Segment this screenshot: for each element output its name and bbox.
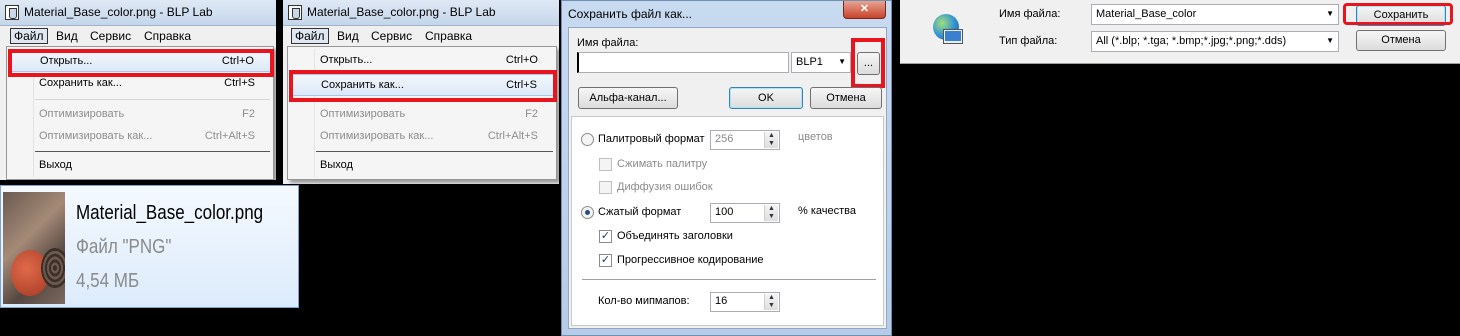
- menu-item-exit[interactable]: Выход: [9, 155, 271, 177]
- menu-view[interactable]: Вид: [337, 29, 359, 43]
- file-type: Файл "PNG": [76, 236, 172, 258]
- chevron-down-icon: ▼: [838, 57, 846, 66]
- alpha-channel-button[interactable]: Альфа-канал...: [578, 87, 678, 109]
- dialog-title: Сохранить файл как...: [568, 7, 692, 21]
- browse-button[interactable]: ...: [857, 52, 880, 75]
- merge-headers-label: Объединять заголовки: [617, 230, 733, 242]
- spin-arrows-icon: ▲ ▼: [764, 294, 778, 310]
- palette-unit-label: цветов: [798, 131, 833, 143]
- compress-palette-label: Сжимать палитру: [617, 158, 708, 170]
- file-name: Material_Base_color.png: [76, 202, 264, 224]
- checkmark-icon: ✓: [600, 254, 611, 266]
- menu-bar: Файл Вид Сервис Справка: [0, 26, 276, 46]
- image-thumbnail: [3, 192, 65, 304]
- quality-stepper[interactable]: 100 ▲ ▼: [710, 203, 780, 223]
- format-select[interactable]: BLP1 ▼: [791, 52, 851, 73]
- window-title: Material_Base_color.png - BLP Lab: [307, 5, 496, 19]
- file-menu-dropdown: Открыть... Ctrl+O Сохранить как... Ctrl+…: [6, 46, 274, 180]
- menu-item-exit[interactable]: Выход: [290, 155, 554, 177]
- palette-format-label: Палитровый формат: [598, 133, 705, 145]
- mipmaps-label: Кол-во мипмапов:: [598, 295, 690, 307]
- menu-item-open[interactable]: Открыть... Ctrl+O: [290, 50, 554, 72]
- menu-service[interactable]: Сервис: [371, 29, 412, 43]
- menu-help[interactable]: Справка: [144, 29, 191, 43]
- flask-icon: [288, 5, 302, 20]
- title-bar: Material_Base_color.png - BLP Lab: [0, 0, 276, 26]
- filetype-select[interactable]: All (*.blp; *.tga; *.bmp;*.jpg;*.png;*.d…: [1091, 31, 1339, 52]
- filename-label: Имя файла:: [577, 37, 639, 49]
- file-tile[interactable]: Material_Base_color.png Файл "PNG" 4,54 …: [0, 185, 299, 308]
- spin-arrows-icon: ▲ ▼: [764, 205, 778, 221]
- filename-input[interactable]: [577, 52, 789, 73]
- menu-item-save-as[interactable]: Сохранить как... Ctrl+S: [290, 74, 554, 96]
- spin-arrows-icon: ▲ ▼: [764, 132, 778, 148]
- merge-headers-checkbox[interactable]: ✓: [599, 230, 612, 243]
- error-diffusion-checkbox[interactable]: [599, 181, 612, 194]
- file-size: 4,54 МБ: [76, 270, 140, 292]
- menu-view[interactable]: Вид: [56, 29, 78, 43]
- flask-icon: [5, 5, 19, 20]
- filename-combo[interactable]: Material_Base_color ▼: [1091, 4, 1339, 25]
- compressed-format-label: Сжатый формат: [598, 206, 682, 218]
- progressive-checkbox[interactable]: ✓: [599, 254, 612, 267]
- error-diffusion-label: Диффузия ошибок: [617, 181, 713, 193]
- cancel-button[interactable]: Отмена: [810, 87, 882, 109]
- mipmaps-stepper[interactable]: 16 ▲ ▼: [710, 292, 780, 312]
- menu-item-open[interactable]: Открыть... Ctrl+O: [9, 50, 271, 72]
- file-menu-dropdown: Открыть... Ctrl+O Сохранить как... Ctrl+…: [287, 46, 557, 180]
- compress-palette-checkbox[interactable]: [599, 158, 612, 171]
- progressive-label: Прогрессивное кодирование: [617, 254, 764, 266]
- title-bar: Material_Base_color.png - BLP Lab: [283, 0, 559, 26]
- close-button[interactable]: ✕: [843, 1, 886, 19]
- save-dialog: Сохранить файл как... ✕ Имя файла: BLP1 …: [561, 0, 892, 336]
- menu-item-optimize[interactable]: Оптимизировать F2: [9, 104, 271, 126]
- cancel-button[interactable]: Отмена: [1356, 30, 1446, 51]
- menu-item-optimize[interactable]: Оптимизировать F2: [290, 104, 554, 126]
- window-title: Material_Base_color.png - BLP Lab: [24, 5, 213, 19]
- close-icon: ✕: [859, 3, 870, 15]
- ok-button[interactable]: OK: [729, 87, 803, 109]
- filename-label: Имя файла:: [999, 8, 1061, 20]
- compressed-format-radio[interactable]: [581, 206, 594, 219]
- checkmark-icon: ✓: [600, 230, 611, 242]
- palette-format-radio[interactable]: [581, 133, 594, 146]
- dialog-body: Имя файла: BLP1 ▼ ... Альфа-канал... OK …: [568, 27, 887, 329]
- menu-help[interactable]: Справка: [425, 29, 472, 43]
- menu-item-save-as[interactable]: Сохранить как... Ctrl+S: [9, 73, 271, 95]
- chevron-down-icon: ▼: [1326, 9, 1334, 18]
- blp-lab-window-mid: Material_Base_color.png - BLP Lab Файл В…: [283, 0, 559, 184]
- filetype-label: Тип файла:: [999, 35, 1058, 47]
- menu-bar: Файл Вид Сервис Справка: [283, 26, 559, 46]
- save-button[interactable]: Сохранить: [1356, 5, 1446, 26]
- explorer-save-panel: Имя файла: Material_Base_color ▼ Тип фай…: [900, 0, 1460, 64]
- chevron-down-icon: ▼: [1326, 36, 1334, 45]
- menu-service[interactable]: Сервис: [90, 29, 131, 43]
- options-panel: Палитровый формат 256 ▲ ▼ цветов Сжимать …: [571, 116, 884, 326]
- globe-icon: [931, 14, 963, 48]
- menu-file[interactable]: Файл: [10, 28, 48, 44]
- menu-item-optimize-as[interactable]: Оптимизировать как... Ctrl+Alt+S: [9, 126, 271, 148]
- quality-unit-label: % качества: [798, 205, 856, 217]
- blp-lab-window-left: Material_Base_color.png - BLP Lab Файл В…: [0, 0, 276, 180]
- divider: [582, 279, 876, 280]
- palette-colors-stepper[interactable]: 256 ▲ ▼: [710, 130, 780, 150]
- menu-file[interactable]: Файл: [291, 28, 329, 44]
- menu-item-optimize-as[interactable]: Оптимизировать как... Ctrl+Alt+S: [290, 126, 554, 148]
